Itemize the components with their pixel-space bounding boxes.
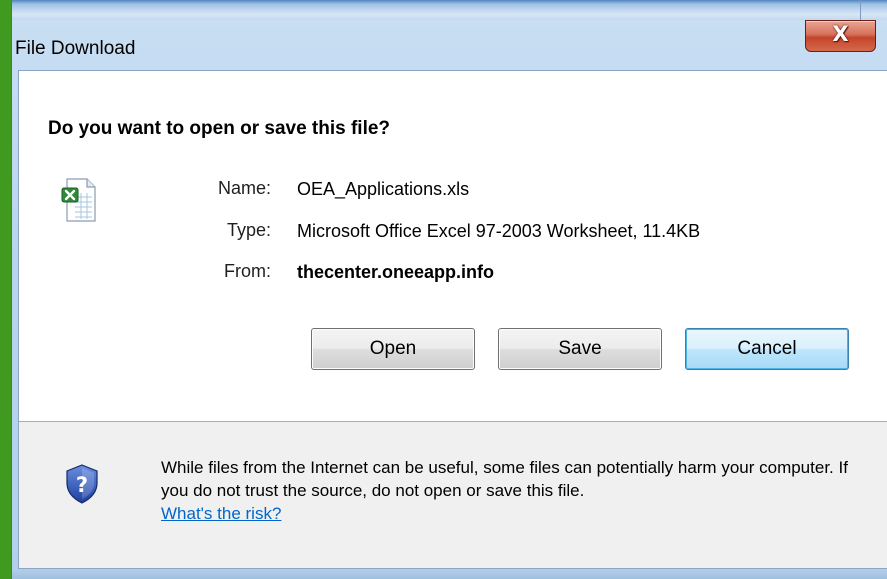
- frame-seam: [860, 0, 861, 20]
- dialog-title: File Download: [15, 38, 136, 59]
- question-heading: Do you want to open or save this file?: [48, 118, 391, 139]
- security-shield-icon: ?: [66, 464, 98, 504]
- from-value: thecenter.oneeapp.info: [297, 262, 495, 282]
- open-button[interactable]: Open: [311, 328, 475, 370]
- whats-the-risk-link[interactable]: What's the risk?: [161, 504, 281, 523]
- close-button[interactable]: X: [805, 20, 876, 52]
- file-download-dialog: File Download X Do you want to open or s…: [11, 0, 887, 579]
- window-bottom-frame: [12, 569, 887, 579]
- cancel-button[interactable]: Cancel: [685, 328, 849, 370]
- type-value: Microsoft Office Excel 97-2003 Worksheet…: [297, 221, 701, 241]
- excel-file-icon: [61, 178, 96, 222]
- close-icon: X: [832, 22, 849, 46]
- save-button[interactable]: Save: [498, 328, 662, 370]
- from-label: From:: [224, 261, 271, 281]
- type-label: Type:: [226, 220, 271, 240]
- warning-message: While files from the Internet can be use…: [161, 456, 876, 525]
- name-label: Name:: [217, 178, 271, 198]
- window-top-frame: [12, 0, 887, 20]
- warning-text: While files from the Internet can be use…: [161, 458, 848, 500]
- svg-text:?: ?: [76, 473, 88, 497]
- dialog-content: Do you want to open or save this file? N…: [18, 70, 887, 569]
- name-value: OEA_Applications.xls: [297, 179, 470, 199]
